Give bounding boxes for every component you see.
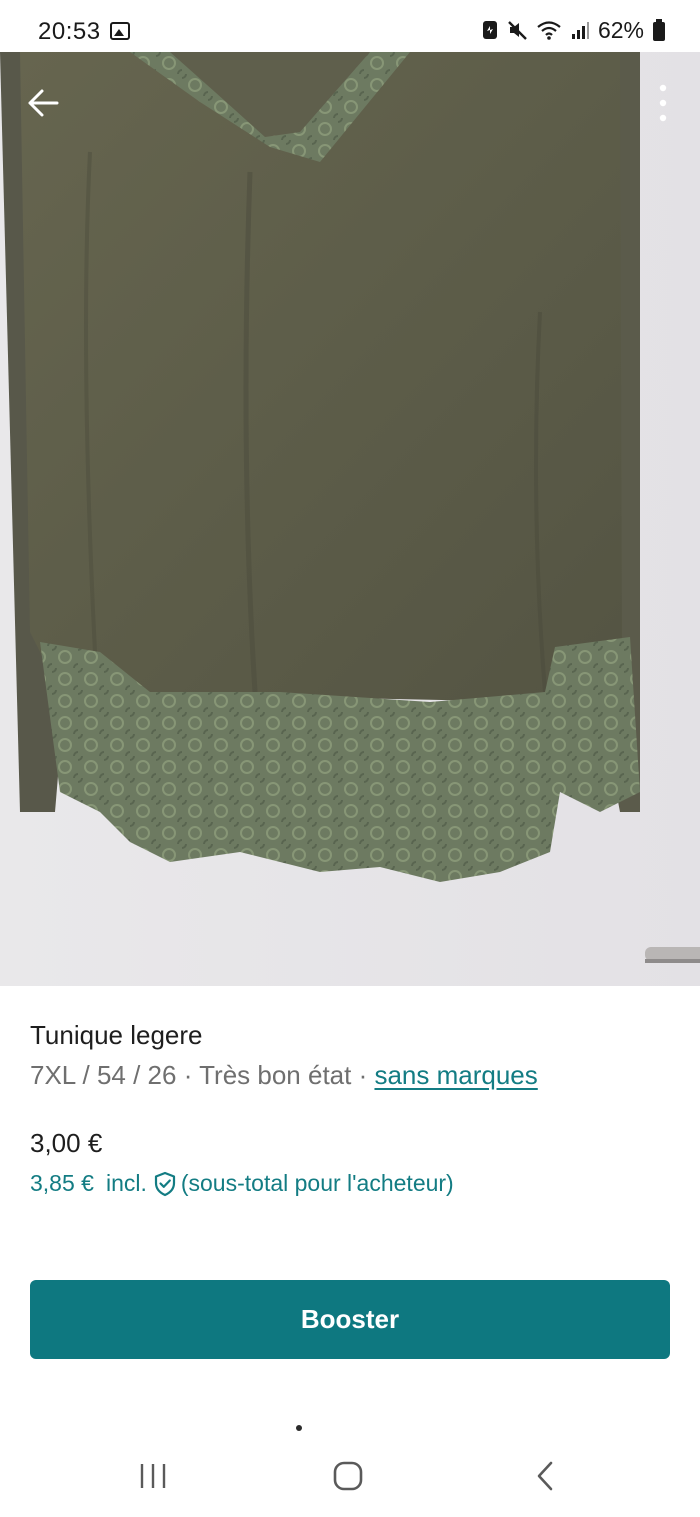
separator: · (176, 1060, 200, 1090)
back-icon[interactable] (532, 1460, 558, 1492)
item-attributes: 7XL / 54 / 26 · Très bon état · sans mar… (30, 1060, 538, 1091)
signal-icon (571, 22, 589, 39)
system-navigation-bar (0, 1432, 700, 1517)
status-icons: 62% (482, 16, 666, 44)
wifi-icon (537, 21, 561, 40)
home-icon[interactable] (332, 1460, 364, 1492)
buyer-protection-price[interactable]: 3,85 € incl. (sous-total pour l'acheteur… (30, 1170, 454, 1197)
arrow-left-icon (28, 89, 59, 117)
back-button[interactable] (20, 80, 66, 126)
mute-icon (508, 21, 527, 40)
status-time: 20:53 (38, 18, 101, 45)
battery-percent: 62% (597, 16, 644, 43)
price-incl-amount: 3,85 € (30, 1170, 94, 1196)
tunic-image (0, 52, 700, 986)
incl-note: (sous-total pour l'acheteur) (180, 1170, 454, 1196)
more-vertical-icon (659, 84, 667, 122)
status-bar: 20:53 62% (0, 0, 700, 52)
product-photo[interactable] (0, 52, 700, 986)
page-indicator-dot (296, 1425, 302, 1431)
item-title: Tunique legere (30, 1020, 203, 1050)
brand-link[interactable]: sans marques (374, 1060, 537, 1090)
separator: · (351, 1060, 375, 1090)
incl-label: incl. (105, 1170, 147, 1196)
item-price: 3,00 € (30, 1128, 103, 1158)
data-saver-icon (482, 21, 497, 39)
item-size: 7XL / 54 / 26 (30, 1060, 177, 1090)
item-condition: Très bon état (199, 1060, 352, 1090)
more-options-button[interactable] (648, 80, 678, 126)
battery-icon (653, 19, 665, 41)
recents-icon[interactable] (136, 1462, 170, 1490)
shield-check-icon (154, 1171, 175, 1196)
gallery-icon (110, 22, 130, 40)
booster-button[interactable]: Booster (30, 1280, 670, 1359)
